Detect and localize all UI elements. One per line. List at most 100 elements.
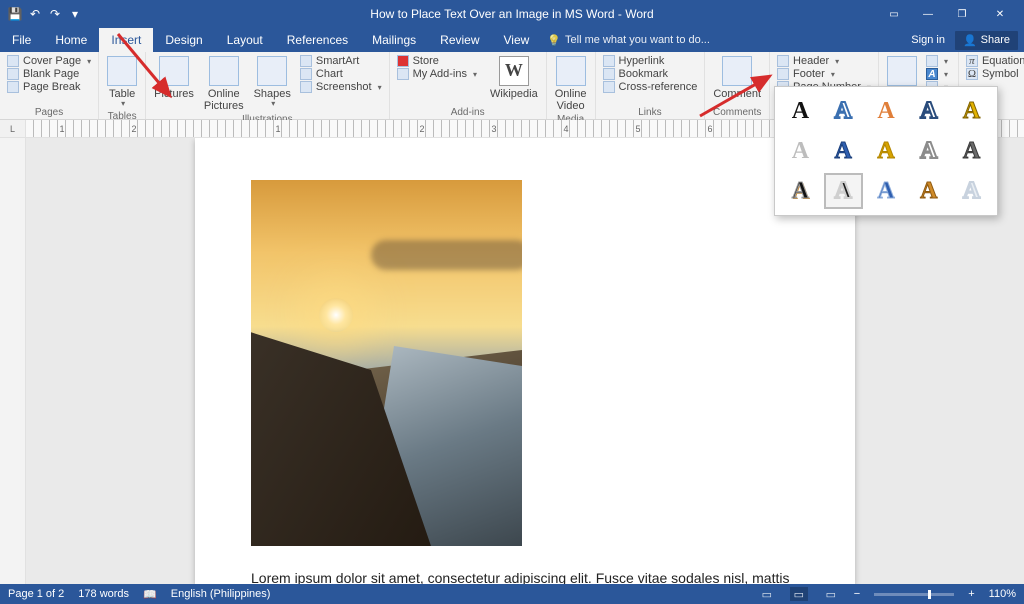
tab-references[interactable]: References bbox=[275, 28, 360, 52]
store-button[interactable]: Store bbox=[394, 55, 480, 67]
shapes-icon bbox=[257, 56, 287, 86]
table-button[interactable]: Table▾ bbox=[103, 54, 141, 111]
maximize-icon[interactable]: ❐ bbox=[946, 4, 978, 24]
text-box-button[interactable] bbox=[883, 54, 921, 90]
group-media: Online Video Media bbox=[547, 52, 596, 119]
wordart-style-option[interactable]: A bbox=[909, 93, 948, 129]
comment-button[interactable]: Comment bbox=[709, 54, 765, 102]
online-pictures-button[interactable]: Online Pictures bbox=[200, 54, 248, 114]
ruler-label: 1 bbox=[242, 120, 314, 137]
online-video-icon bbox=[556, 56, 586, 86]
status-language[interactable]: English (Philippines) bbox=[171, 588, 271, 600]
status-word-count[interactable]: 178 words bbox=[78, 588, 129, 600]
zoom-slider[interactable] bbox=[874, 593, 954, 596]
tab-mailings[interactable]: Mailings bbox=[360, 28, 428, 52]
save-icon[interactable]: 💾 bbox=[8, 7, 22, 21]
wikipedia-icon: W bbox=[499, 56, 529, 86]
wordart-style-option[interactable]: A bbox=[952, 93, 991, 129]
cover-page-button[interactable]: Cover Page▾ bbox=[4, 55, 94, 67]
ribbon-display-options-icon[interactable]: ▭ bbox=[878, 4, 910, 24]
wordart-button[interactable]: A▾ bbox=[923, 68, 951, 80]
bookmark-button[interactable]: Bookmark bbox=[600, 68, 701, 80]
wordart-style-option[interactable]: A bbox=[909, 133, 948, 169]
tab-layout[interactable]: Layout bbox=[215, 28, 275, 52]
tab-design[interactable]: Design bbox=[153, 28, 214, 52]
wordart-style-option[interactable]: A bbox=[867, 133, 906, 169]
tab-review[interactable]: Review bbox=[428, 28, 491, 52]
page[interactable]: Lorem ipsum dolor sit amet, consectetur … bbox=[195, 138, 855, 584]
pictures-button[interactable]: Pictures bbox=[150, 54, 198, 102]
symbol-button[interactable]: ΩSymbol▾ bbox=[963, 68, 1024, 80]
print-layout-icon[interactable]: ▭ bbox=[790, 587, 808, 601]
ruler-label: 2 bbox=[386, 120, 458, 137]
ruler-label bbox=[170, 120, 242, 137]
hyperlink-button[interactable]: Hyperlink bbox=[600, 55, 701, 67]
vertical-ruler[interactable] bbox=[0, 138, 26, 584]
equation-button[interactable]: πEquation▾ bbox=[963, 55, 1024, 67]
title-bar: 💾 ↶ ↷ ▾ How to Place Text Over an Image … bbox=[0, 0, 1024, 28]
inserted-image[interactable] bbox=[251, 180, 522, 546]
ruler-label: 6 bbox=[674, 120, 746, 137]
close-icon[interactable]: ✕ bbox=[980, 4, 1020, 24]
wordart-style-option[interactable]: A bbox=[952, 133, 991, 169]
body-paragraph[interactable]: Lorem ipsum dolor sit amet, consectetur … bbox=[251, 570, 799, 584]
wordart-style-option[interactable]: A bbox=[824, 133, 863, 169]
undo-icon[interactable]: ↶ bbox=[28, 7, 42, 21]
group-addins-label: Add-ins bbox=[390, 107, 546, 119]
my-addins-button[interactable]: My Add-ins▾ bbox=[394, 68, 480, 80]
chart-button[interactable]: Chart bbox=[297, 68, 385, 80]
spellcheck-icon[interactable]: 📖 bbox=[143, 588, 157, 601]
share-label: Share bbox=[981, 34, 1010, 46]
wordart-style-option[interactable]: A bbox=[781, 173, 820, 209]
wordart-style-option[interactable]: A bbox=[867, 173, 906, 209]
group-links: Hyperlink Bookmark Cross-reference Links bbox=[596, 52, 706, 119]
share-button[interactable]: 👤 Share bbox=[955, 31, 1018, 50]
group-addins: Store My Add-ins▾ WWikipedia Add-ins bbox=[390, 52, 547, 119]
wikipedia-button[interactable]: WWikipedia bbox=[486, 54, 542, 102]
screenshot-icon bbox=[300, 81, 312, 93]
tell-me-search[interactable]: Tell me what you want to do... bbox=[547, 28, 710, 52]
page-break-button[interactable]: Page Break bbox=[4, 81, 94, 93]
footer-button[interactable]: Footer▾ bbox=[774, 68, 874, 80]
shapes-button[interactable]: Shapes▾ bbox=[250, 54, 295, 111]
cross-reference-button[interactable]: Cross-reference bbox=[600, 81, 701, 93]
group-tables: Table▾ Tables bbox=[99, 52, 146, 119]
screenshot-button[interactable]: Screenshot▾ bbox=[297, 81, 385, 93]
read-mode-icon[interactable]: ▭ bbox=[758, 587, 776, 601]
zoom-in-button[interactable]: + bbox=[968, 588, 974, 600]
zoom-out-button[interactable]: − bbox=[854, 588, 860, 600]
wordart-style-option[interactable]: A bbox=[909, 173, 948, 209]
redo-icon[interactable]: ↷ bbox=[48, 7, 62, 21]
tab-file[interactable]: File bbox=[0, 28, 43, 52]
wordart-style-option[interactable]: A bbox=[952, 173, 991, 209]
header-button[interactable]: Header▾ bbox=[774, 55, 874, 67]
tab-view[interactable]: View bbox=[492, 28, 542, 52]
status-page[interactable]: Page 1 of 2 bbox=[8, 588, 64, 600]
tab-home[interactable]: Home bbox=[43, 28, 99, 52]
blank-page-button[interactable]: Blank Page bbox=[4, 68, 94, 80]
wordart-style-option[interactable]: A bbox=[781, 93, 820, 129]
equation-icon: π bbox=[966, 55, 978, 67]
header-icon bbox=[777, 55, 789, 67]
online-video-button[interactable]: Online Video bbox=[551, 54, 591, 114]
tab-insert[interactable]: Insert bbox=[99, 28, 153, 52]
symbol-icon: Ω bbox=[966, 68, 978, 80]
minimize-icon[interactable]: — bbox=[912, 4, 944, 24]
table-icon bbox=[107, 56, 137, 86]
wordart-style-option[interactable]: A bbox=[824, 93, 863, 129]
qat-customize-icon[interactable]: ▾ bbox=[68, 7, 82, 21]
page-break-icon bbox=[7, 81, 19, 93]
zoom-level[interactable]: 110% bbox=[989, 588, 1016, 600]
web-layout-icon[interactable]: ▭ bbox=[822, 587, 840, 601]
ruler-label: 3 bbox=[458, 120, 530, 137]
sign-in-link[interactable]: Sign in bbox=[911, 34, 945, 46]
my-addins-icon bbox=[397, 68, 409, 80]
quick-parts-button[interactable]: ▾ bbox=[923, 55, 951, 67]
ribbon-tab-row: File Home Insert Design Layout Reference… bbox=[0, 28, 1024, 52]
wordart-style-option[interactable]: A bbox=[781, 133, 820, 169]
text-box-icon bbox=[887, 56, 917, 86]
wordart-style-option[interactable]: A bbox=[824, 173, 863, 209]
smartart-button[interactable]: SmartArt bbox=[297, 55, 385, 67]
ruler-corner: L bbox=[0, 120, 26, 137]
wordart-style-option[interactable]: A bbox=[867, 93, 906, 129]
